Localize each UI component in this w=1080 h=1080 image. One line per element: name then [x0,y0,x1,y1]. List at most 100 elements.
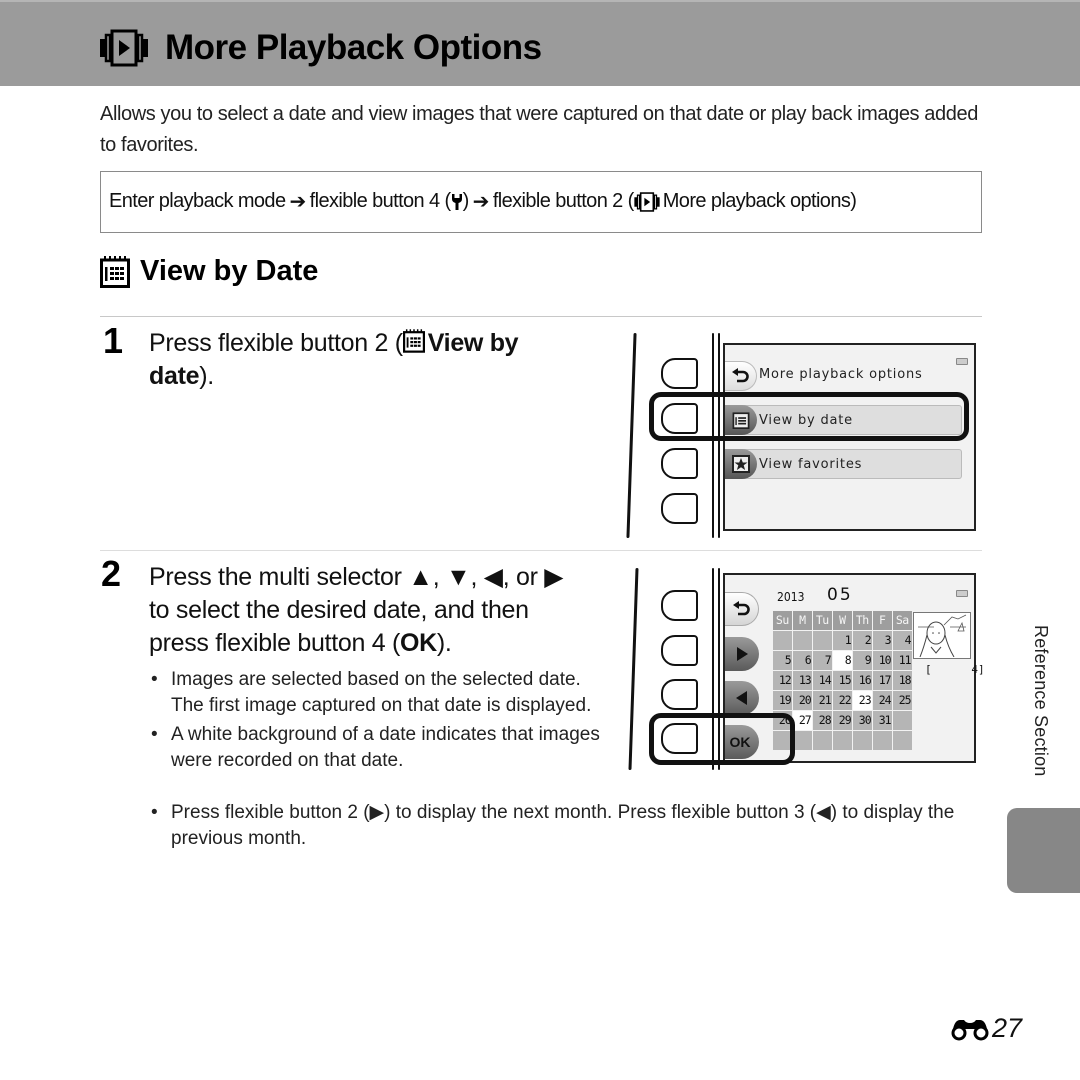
title-bar: More Playback Options [0,0,1080,86]
divider [100,550,982,551]
navigation-path: Enter playback mode ➔ flexible button 4 … [109,189,857,214]
calendar-year: 2013 [777,590,805,604]
ok-icon: OK [399,629,437,657]
calendar-day[interactable]: 28 [812,710,832,730]
calendar-day[interactable]: 23 [852,690,872,710]
calendar-day[interactable]: 6 [792,650,812,670]
calendar-empty-cell [852,730,872,750]
arrow-right-icon: ➔ [472,191,490,213]
calendar-day[interactable]: 15 [832,670,852,690]
separator: , or [502,563,545,591]
calendar-day[interactable]: 20 [792,690,812,710]
arrow-down-icon: ▼ [446,563,471,591]
calendar-empty-cell [892,730,912,750]
note-item: Images are selected based on the selecte… [149,667,609,719]
calendar-day[interactable]: 24 [872,690,892,710]
calendar-day[interactable]: 30 [852,710,872,730]
weekday-header: W [832,611,852,630]
step-number: 1 [103,320,124,361]
menu-item-back-tab[interactable] [725,361,757,391]
note-text: ) to display the next month. Press flexi… [384,802,817,823]
battery-icon [956,590,968,597]
calendar-empty-cell [792,630,812,650]
calendar-day[interactable]: 18 [892,670,912,690]
calendar-day[interactable]: 3 [872,630,892,650]
back-icon [732,601,750,616]
calendar-day[interactable]: 8 [832,650,852,670]
weekday-header: Su [773,611,792,630]
calendar-day[interactable]: 16 [852,670,872,690]
image-preview [913,612,971,659]
note-item: Press flexible button 2 (▶) to display t… [149,800,979,852]
separator: , [432,563,447,591]
calendar-day[interactable]: 22 [832,690,852,710]
calendar-day[interactable]: 12 [773,670,792,690]
calendar-day[interactable]: 21 [812,690,832,710]
highlight-frame [649,713,795,765]
step-2-text: Press the multi selector ▲, ▼, ◀, or ▶ t… [149,561,619,660]
calendar-day[interactable]: 1 [832,630,852,650]
menu-item-label: View favorites [759,456,863,472]
calendar-icon [402,329,425,354]
section-heading: View by Date [100,255,318,288]
flexible-button-1[interactable] [661,358,698,389]
back-icon [731,368,749,383]
calendar-day[interactable]: 29 [832,710,852,730]
highlight-frame [649,392,969,441]
step-2-text-pre: press flexible button 4 ( [149,629,400,657]
note-text: Press flexible button 2 ( [171,802,370,823]
arrow-up-icon: ▲ [408,563,433,591]
calendar-day[interactable]: 19 [773,690,792,710]
calendar-day[interactable]: 2 [852,630,872,650]
calendar-day[interactable]: 4 [892,630,912,650]
path-step-3-end: ) [850,190,857,212]
back-button[interactable] [725,592,759,626]
calendar-day[interactable]: 31 [872,710,892,730]
image-count: [ 4] [925,663,985,676]
section-tab[interactable] [1007,808,1080,893]
path-step-2-end: ) [462,190,470,212]
calendar-day[interactable]: 10 [872,650,892,670]
more-playback-options-icon [634,191,660,212]
flexible-button-2[interactable] [661,635,698,666]
divider [100,316,982,317]
calendar-day[interactable]: 17 [872,670,892,690]
separator: , [470,563,484,591]
calendar-empty-cell [892,710,912,730]
menu-item-more-playback-options[interactable]: More playback options [759,367,923,382]
calendar-empty-cell [832,730,852,750]
thumbnail-image [918,614,967,658]
next-month-icon [737,647,748,661]
navigation-path-box: Enter playback mode ➔ flexible button 4 … [100,171,982,233]
prev-month-icon [736,691,747,705]
page-number: 27 [950,1013,1022,1044]
step-number: 2 [101,553,122,594]
weekday-header: F [872,611,892,630]
calendar-day[interactable]: 27 [792,710,812,730]
step-2-text-pre: Press the multi selector [149,563,409,591]
flexible-button-4[interactable] [661,493,698,524]
menu-item-view-favorites[interactable]: View favorites [725,449,962,479]
flexible-button-3[interactable] [661,679,698,710]
previous-month-button[interactable] [725,681,759,715]
calendar-day[interactable]: 5 [773,650,792,670]
calendar-day[interactable]: 7 [812,650,832,670]
calendar-day[interactable]: 11 [892,650,912,670]
calendar-day[interactable]: 13 [792,670,812,690]
camera-edge [626,333,637,538]
flexible-button-3[interactable] [661,448,698,479]
next-month-button[interactable] [725,637,759,671]
more-playback-options-icon [100,29,148,67]
calendar-day[interactable]: 14 [812,670,832,690]
path-step-1: Enter playback mode [109,190,286,212]
flexible-button-1[interactable] [661,590,698,621]
calendar-day[interactable]: 9 [852,650,872,670]
section-side-label: Reference Section [1031,625,1051,777]
step-2-line-3: press flexible button 4 (OK). [149,627,619,660]
weekday-header: Sa [892,611,912,630]
binoculars-icon [951,1019,989,1040]
battery-icon [956,358,968,365]
calendar-empty-cell [812,630,832,650]
weekday-header: Th [852,611,872,630]
calendar-day[interactable]: 25 [892,690,912,710]
